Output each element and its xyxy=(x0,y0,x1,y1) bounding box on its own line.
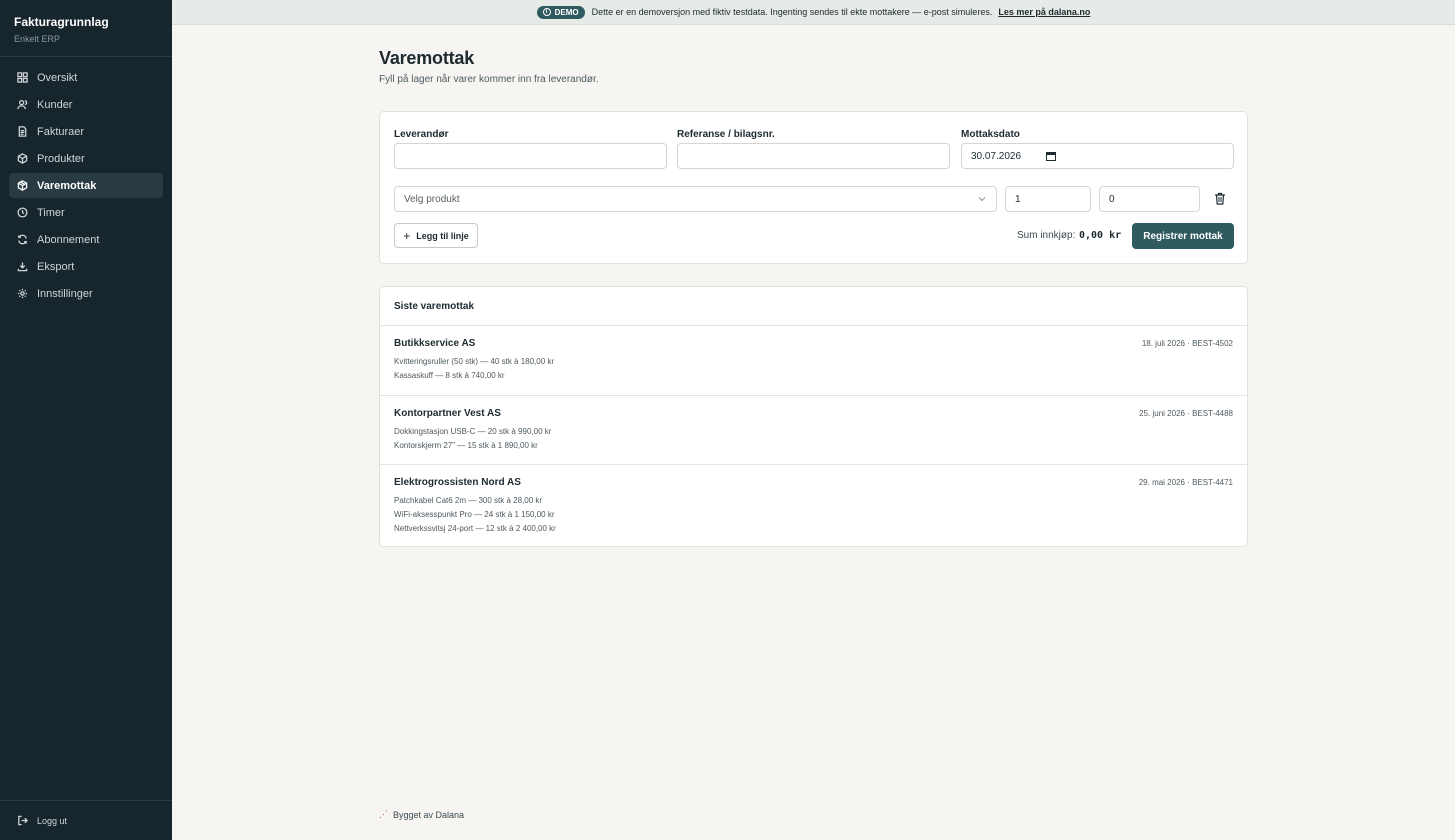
demo-banner: i DEMO Dette er en demoversjon med fikti… xyxy=(172,0,1455,25)
sidebar-item-label: Kunder xyxy=(37,98,73,111)
grid-icon xyxy=(17,72,28,83)
receipt-meta: 29. mai 2026 · BEST-4471 xyxy=(1138,478,1233,487)
clock-icon xyxy=(17,207,28,218)
supplier-input[interactable] xyxy=(394,143,667,169)
sidebar-item-label: Varemottak xyxy=(37,179,97,192)
receipt-meta: 18. juli 2026 · BEST-4502 xyxy=(1141,339,1233,348)
page-subtitle: Fyll på lager når varer kommer inn fra l… xyxy=(379,74,599,85)
list-item: Elektrogrossisten Nord AS 29. mai 2026 ·… xyxy=(380,465,1247,547)
download-icon xyxy=(17,262,28,272)
receipt-line: Dokkingstasjon USB-C — 20 stk à 990,00 k… xyxy=(394,427,552,436)
receipt-line: WiFi-aksesspunkt Pro — 24 stk à 1 150,00… xyxy=(394,510,555,519)
sidebar-item-label: Fakturaer xyxy=(37,125,85,138)
recent-receipts-heading: Siste varemottak xyxy=(380,287,1247,326)
sidebar-item-label: Innstillinger xyxy=(37,287,93,300)
date-input[interactable]: 30.07.2026 xyxy=(961,143,1234,169)
supplier-label: Leverandør xyxy=(394,129,449,140)
document-icon xyxy=(18,126,27,137)
sidebar-item-fakturaer[interactable]: Fakturaer xyxy=(9,119,163,144)
date-label: Mottaksdato xyxy=(961,129,1020,140)
sidebar: Fakturagrunnlag Enkelt ERP Oversikt Kund… xyxy=(0,0,172,840)
info-icon: i xyxy=(542,8,551,16)
reference-input[interactable] xyxy=(677,143,950,169)
sparkle-icon: ⋰ xyxy=(379,809,388,819)
box-icon xyxy=(17,153,28,164)
sidebar-item-kunder[interactable]: Kunder xyxy=(9,92,163,117)
reference-label: Referanse / bilagsnr. xyxy=(677,129,775,140)
product-select-placeholder: Velg produkt xyxy=(404,193,460,205)
calendar-icon[interactable] xyxy=(1046,151,1056,161)
logout-button[interactable]: Logg ut xyxy=(0,800,172,840)
sidebar-item-eksport[interactable]: Eksport xyxy=(9,254,163,279)
footer-text[interactable]: Bygget av Dalana xyxy=(393,810,464,820)
date-value: 30.07.2026 xyxy=(971,150,1022,162)
banner-link[interactable]: Les mer på dalana.no xyxy=(998,7,1090,17)
banner-text: Dette er en demoversjon med fiktiv testd… xyxy=(591,7,993,17)
refresh-icon xyxy=(18,234,27,245)
receipt-form: Leverandør Referanse / bilagsnr. Mottaks… xyxy=(379,111,1248,264)
footer: ⋰ Bygget av Dalana xyxy=(379,809,464,820)
add-line-button[interactable]: + Legg til linje xyxy=(394,223,478,248)
recent-receipts: Siste varemottak Butikkservice AS 18. ju… xyxy=(379,286,1248,547)
receipt-meta: 25. juni 2026 · BEST-4488 xyxy=(1139,409,1233,418)
brand: Fakturagrunnlag Enkelt ERP xyxy=(0,0,172,57)
receipt-line: Patchkabel Cat6 2m — 300 stk à 28,00 kr xyxy=(394,496,543,505)
sidebar-item-timer[interactable]: Timer xyxy=(9,200,163,225)
sidebar-item-label: Timer xyxy=(37,206,65,219)
receipt-supplier: Butikkservice AS xyxy=(394,338,476,349)
demo-badge: i DEMO xyxy=(536,5,585,19)
page-title: Varemottak xyxy=(379,48,475,68)
receipt-line: Kassaskuff — 8 stk à 740,00 kr xyxy=(394,371,505,380)
logout-label: Logg ut xyxy=(37,815,68,826)
package-icon xyxy=(17,180,28,191)
demo-badge-label: DEMO xyxy=(554,7,579,17)
list-item: Kontorpartner Vest AS 25. juni 2026 · BE… xyxy=(380,396,1247,465)
gear-icon xyxy=(17,288,28,299)
app-title: Fakturagrunnlag xyxy=(14,15,109,29)
register-receipt-button[interactable]: Registrer mottak xyxy=(1132,223,1234,249)
receipt-supplier: Elektrogrossisten Nord AS xyxy=(394,477,521,488)
receipt-line: Nettverkssvitsj 24-port — 12 stk à 2 400… xyxy=(394,524,556,533)
sidebar-nav: Oversikt Kunder Fakturaer Produkter Vare… xyxy=(0,57,172,306)
sidebar-item-label: Oversikt xyxy=(37,71,78,84)
trash-icon[interactable] xyxy=(1214,192,1226,205)
chevron-down-icon xyxy=(978,197,986,202)
price-input[interactable]: 0 xyxy=(1099,186,1200,212)
sum-value: 0,00 kr xyxy=(1079,230,1122,241)
sidebar-item-varemottak[interactable]: Varemottak xyxy=(9,173,163,198)
receipt-line: Kontorskjerm 27" — 15 stk à 1 890,00 kr xyxy=(394,441,538,450)
sidebar-item-innstillinger[interactable]: Innstillinger xyxy=(9,281,163,306)
sidebar-item-label: Produkter xyxy=(37,152,85,165)
list-item: Butikkservice AS 18. juli 2026 · BEST-45… xyxy=(380,326,1247,396)
receipt-line: Kvitteringsruller (50 stk) — 40 stk à 18… xyxy=(394,357,555,366)
plus-icon: + xyxy=(403,228,411,243)
users-icon xyxy=(17,100,28,110)
receipt-supplier: Kontorpartner Vest AS xyxy=(394,408,501,419)
sidebar-item-oversikt[interactable]: Oversikt xyxy=(9,65,163,90)
sidebar-item-produkter[interactable]: Produkter xyxy=(9,146,163,171)
sidebar-item-abonnement[interactable]: Abonnement xyxy=(9,227,163,252)
sidebar-item-label: Eksport xyxy=(37,260,75,273)
sum-label: Sum innkjøp: xyxy=(1017,230,1076,241)
logout-icon xyxy=(18,815,28,826)
add-line-label: Legg til linje xyxy=(416,230,469,241)
quantity-input[interactable]: 1 xyxy=(1005,186,1091,212)
product-select[interactable]: Velg produkt xyxy=(394,186,997,212)
app-subtitle: Enkelt ERP xyxy=(14,34,61,44)
sidebar-item-label: Abonnement xyxy=(37,233,100,246)
